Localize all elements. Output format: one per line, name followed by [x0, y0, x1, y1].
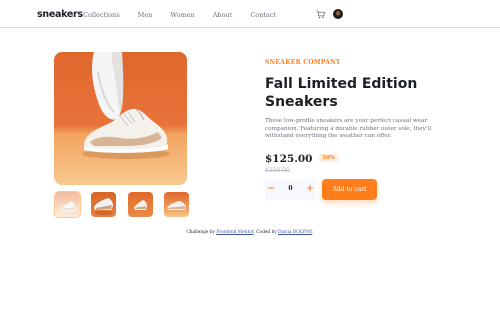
increase-quantity-button[interactable]: +: [306, 183, 314, 195]
quantity-value: 0: [288, 185, 293, 192]
nav-link-about[interactable]: About: [213, 11, 233, 19]
product-main-image[interactable]: [54, 52, 187, 185]
nav-link-collections[interactable]: Collections: [83, 11, 120, 19]
current-price: $125.00: [265, 153, 313, 165]
main-nav: Collections Men Women About Contact: [83, 11, 294, 19]
thumbnail-1[interactable]: [54, 191, 81, 218]
product-description: These low-profile sneakers are your perf…: [265, 118, 432, 139]
nav-link-men[interactable]: Men: [138, 11, 153, 19]
company-label: Sneaker Company: [265, 59, 341, 66]
nav-link-contact[interactable]: Contact: [250, 11, 276, 19]
sneaker-image: [82, 52, 170, 159]
thumbnail-2[interactable]: [91, 192, 116, 217]
avatar[interactable]: [333, 9, 343, 19]
frontend-mentor-link[interactable]: Frontend Mentor: [216, 230, 253, 235]
attribution-suffix: .: [312, 230, 314, 235]
add-to-cart-button[interactable]: Add to cart: [322, 179, 377, 200]
thumbnail-strip: [54, 191, 189, 218]
cart-icon[interactable]: [316, 10, 325, 19]
logo[interactable]: sneakers: [37, 9, 83, 20]
product-title: Fall Limited Edition Sneakers: [265, 76, 418, 110]
author-link[interactable]: Dariia DOLYNO: [278, 230, 312, 235]
attribution: Challenge by Frontend Mentor. Coded by D…: [0, 230, 500, 235]
thumbnail-3[interactable]: [128, 192, 153, 217]
nav-link-women[interactable]: Women: [170, 11, 194, 19]
attribution-prefix: Challenge by: [186, 230, 217, 235]
attribution-middle: . Coded by: [253, 230, 279, 235]
site-header: sneakers Collections Men Women About Con…: [0, 0, 500, 28]
discount-badge: 50%: [319, 154, 338, 162]
original-price: $250.00: [265, 167, 290, 174]
thumbnail-4[interactable]: [164, 192, 189, 217]
quantity-stepper: − 0 +: [265, 179, 316, 200]
decrease-quantity-button[interactable]: −: [267, 183, 275, 195]
